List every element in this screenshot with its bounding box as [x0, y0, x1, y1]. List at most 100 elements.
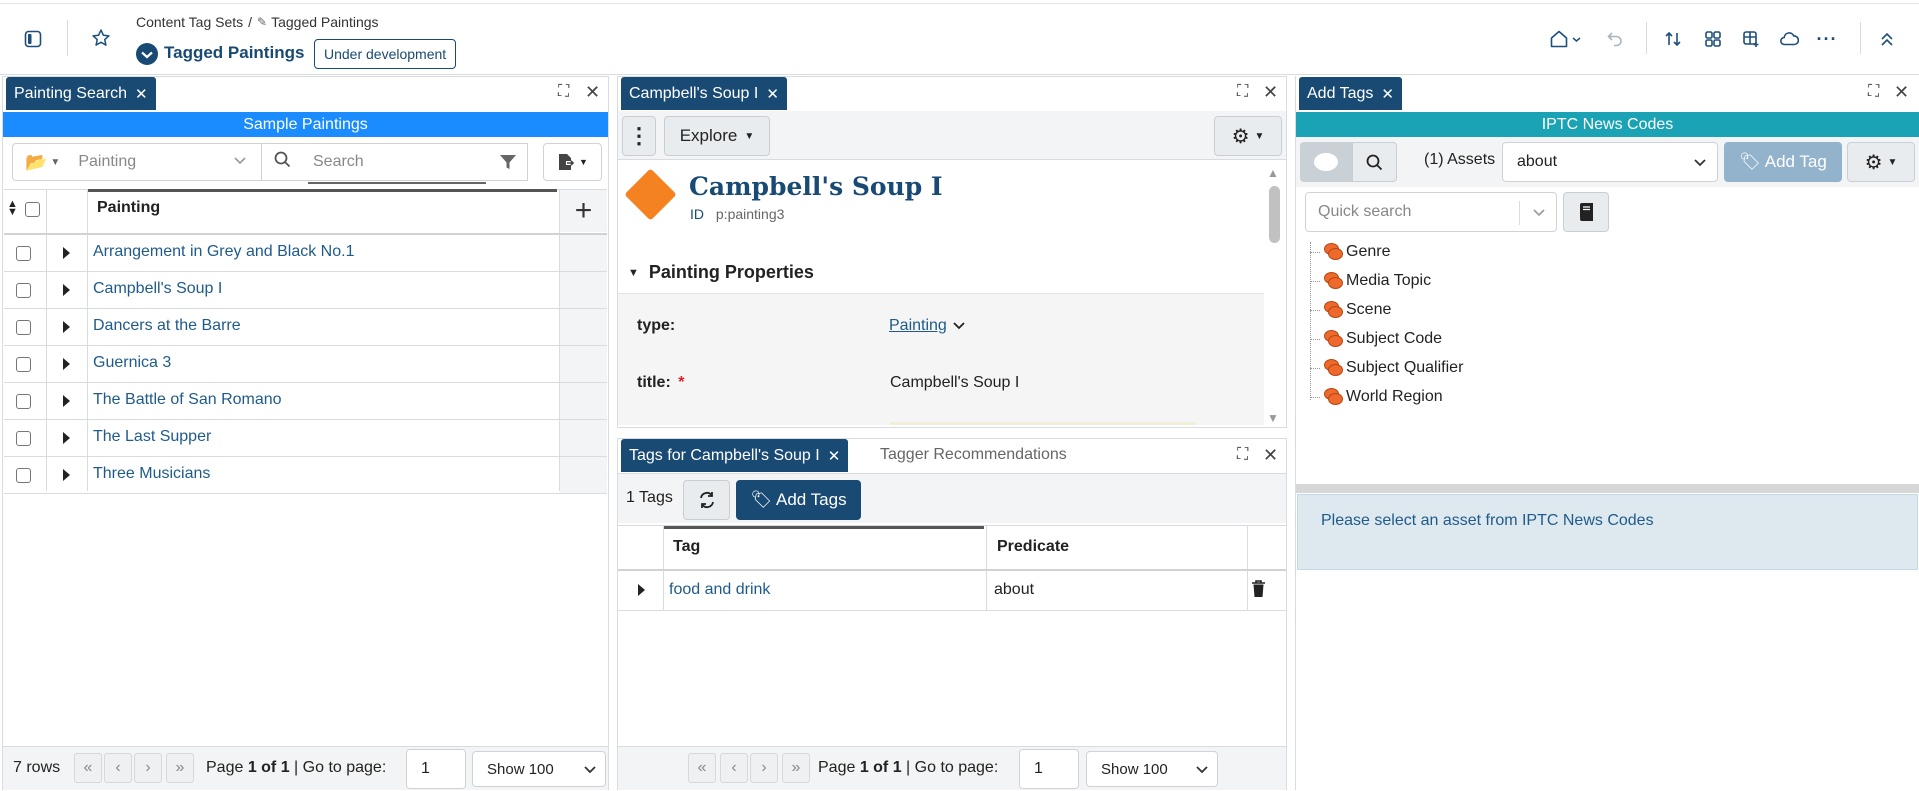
row-checkbox[interactable]: [16, 431, 31, 446]
expand-row-icon[interactable]: [63, 247, 70, 259]
tree-node[interactable]: Media Topic: [1322, 271, 1431, 291]
maximize-icon[interactable]: ⛶: [558, 83, 569, 101]
painting-link[interactable]: Dancers at the Barre: [93, 317, 241, 335]
row-checkbox[interactable]: [16, 283, 31, 298]
tree-node[interactable]: Subject Code: [1322, 329, 1442, 349]
sidebar-toggle-icon[interactable]: [22, 28, 44, 50]
quick-search-input[interactable]: Quick search: [1318, 203, 1411, 221]
maximize-icon[interactable]: ⛶: [1237, 83, 1248, 101]
page-size-select[interactable]: Show 100: [1086, 751, 1218, 787]
tree-node[interactable]: World Region: [1322, 387, 1443, 407]
goto-page-input[interactable]: 1: [1019, 749, 1079, 789]
expand-row-icon[interactable]: [638, 584, 645, 596]
painting-link[interactable]: Arrangement in Grey and Black No.1: [93, 243, 354, 261]
close-icon[interactable]: ✕: [828, 447, 841, 465]
add-layout-icon[interactable]: [1740, 28, 1762, 50]
collapse-up-icon[interactable]: [1876, 28, 1898, 50]
cloud-icon[interactable]: [1778, 28, 1800, 50]
predicate-select[interactable]: about: [1502, 142, 1718, 182]
close-icon[interactable]: ✕: [766, 85, 779, 103]
section-header[interactable]: ▼ Painting Properties: [628, 262, 814, 283]
undo-icon[interactable]: [1604, 28, 1626, 50]
search-field[interactable]: Search: [261, 143, 528, 181]
close-panel-icon[interactable]: ✕: [585, 82, 600, 103]
search-input[interactable]: Search: [313, 153, 364, 171]
export-button[interactable]: ▼: [543, 143, 602, 181]
close-panel-icon[interactable]: ✕: [1894, 82, 1909, 103]
close-panel-icon[interactable]: ✕: [1263, 82, 1278, 103]
add-tags-button[interactable]: 🏷 Add Tags: [736, 480, 861, 520]
filter-icon[interactable]: [499, 154, 517, 175]
status-badge[interactable]: Under development: [314, 39, 457, 69]
column-header-predicate[interactable]: Predicate: [997, 538, 1069, 556]
painting-link[interactable]: The Last Supper: [93, 428, 211, 446]
tree-node[interactable]: Subject Qualifier: [1322, 358, 1463, 378]
row-checkbox[interactable]: [16, 357, 31, 372]
star-icon[interactable]: [90, 27, 112, 49]
add-tag-button[interactable]: 🏷 Add Tag: [1724, 142, 1842, 182]
page-size-select[interactable]: Show 100: [472, 751, 606, 787]
painting-link[interactable]: The Battle of San Romano: [93, 391, 282, 409]
tab-painting-search[interactable]: Painting Search ✕: [6, 77, 156, 110]
row-checkbox[interactable]: [16, 320, 31, 335]
last-page-button[interactable]: »: [782, 753, 810, 783]
tab-tagger-recommendations[interactable]: Tagger Recommendations: [880, 446, 1067, 464]
prev-page-button[interactable]: ‹: [104, 753, 132, 783]
grid-icon[interactable]: [1702, 28, 1724, 50]
painting-link[interactable]: Campbell's Soup I: [93, 280, 222, 298]
tree-node[interactable]: Genre: [1322, 242, 1390, 262]
sort-icon[interactable]: ▲ ▼: [7, 199, 18, 218]
scroll-up-icon[interactable]: ▲: [1267, 166, 1279, 180]
explore-dropdown[interactable]: Explore ▼: [664, 116, 770, 156]
scrollbar-thumb[interactable]: [1269, 186, 1280, 243]
settings-dropdown[interactable]: ⚙ ▼: [1214, 116, 1282, 156]
next-page-button[interactable]: ›: [134, 753, 162, 783]
row-checkbox[interactable]: [16, 468, 31, 483]
search-view-button[interactable]: [1352, 142, 1397, 182]
book-button[interactable]: [1563, 192, 1609, 232]
kebab-menu-button[interactable]: ⋮: [622, 116, 656, 156]
column-header-tag[interactable]: Tag: [673, 538, 700, 556]
prev-page-button[interactable]: ‹: [720, 753, 748, 783]
settings-dropdown[interactable]: ⚙ ▼: [1847, 142, 1915, 182]
folder-dropdown[interactable]: 📂 ▼ Painting: [12, 143, 262, 181]
tab-campbells-soup[interactable]: Campbell's Soup I ✕: [621, 77, 787, 110]
property-type-value[interactable]: Painting: [889, 317, 966, 335]
tab-add-tags[interactable]: Add Tags ✕: [1299, 77, 1402, 110]
column-header-painting[interactable]: Painting: [97, 199, 160, 217]
quick-search-field[interactable]: Quick search: [1305, 192, 1557, 232]
sort-icon[interactable]: [1662, 28, 1684, 50]
panel-splitter[interactable]: [1296, 484, 1919, 493]
trash-icon[interactable]: [1251, 580, 1266, 603]
close-icon[interactable]: ✕: [1381, 85, 1394, 103]
painting-link[interactable]: Three Musicians: [93, 465, 210, 483]
first-page-button[interactable]: «: [688, 753, 716, 783]
last-page-button[interactable]: »: [166, 753, 194, 783]
breadcrumb-root[interactable]: Content Tag Sets: [136, 14, 243, 30]
more-icon[interactable]: ···: [1816, 28, 1838, 50]
tab-tags-for-asset[interactable]: Tags for Campbell's Soup I ✕: [621, 439, 849, 472]
maximize-icon[interactable]: ⛶: [1237, 446, 1248, 464]
scroll-down-icon[interactable]: ▼: [1267, 411, 1279, 425]
expand-row-icon[interactable]: [63, 321, 70, 333]
goto-page-input[interactable]: 1: [406, 749, 466, 789]
tree-node[interactable]: Scene: [1322, 300, 1391, 320]
add-column-button[interactable]: +: [560, 190, 607, 232]
row-checkbox[interactable]: [16, 394, 31, 409]
expand-row-icon[interactable]: [63, 284, 70, 296]
next-page-button[interactable]: ›: [750, 753, 778, 783]
expand-row-icon[interactable]: [63, 432, 70, 444]
tree-view-button[interactable]: [1300, 142, 1352, 182]
painting-link[interactable]: Guernica 3: [93, 354, 171, 372]
type-link[interactable]: Painting: [889, 317, 947, 335]
select-all-checkbox[interactable]: [25, 202, 40, 217]
close-icon[interactable]: ✕: [135, 85, 148, 103]
expand-row-icon[interactable]: [63, 358, 70, 370]
refresh-button[interactable]: [683, 480, 730, 520]
home-icon[interactable]: [1548, 28, 1582, 50]
expand-row-icon[interactable]: [63, 395, 70, 407]
tag-value[interactable]: food and drink: [669, 581, 770, 599]
maximize-icon[interactable]: ⛶: [1868, 83, 1879, 101]
expand-row-icon[interactable]: [63, 469, 70, 481]
first-page-button[interactable]: «: [74, 753, 102, 783]
